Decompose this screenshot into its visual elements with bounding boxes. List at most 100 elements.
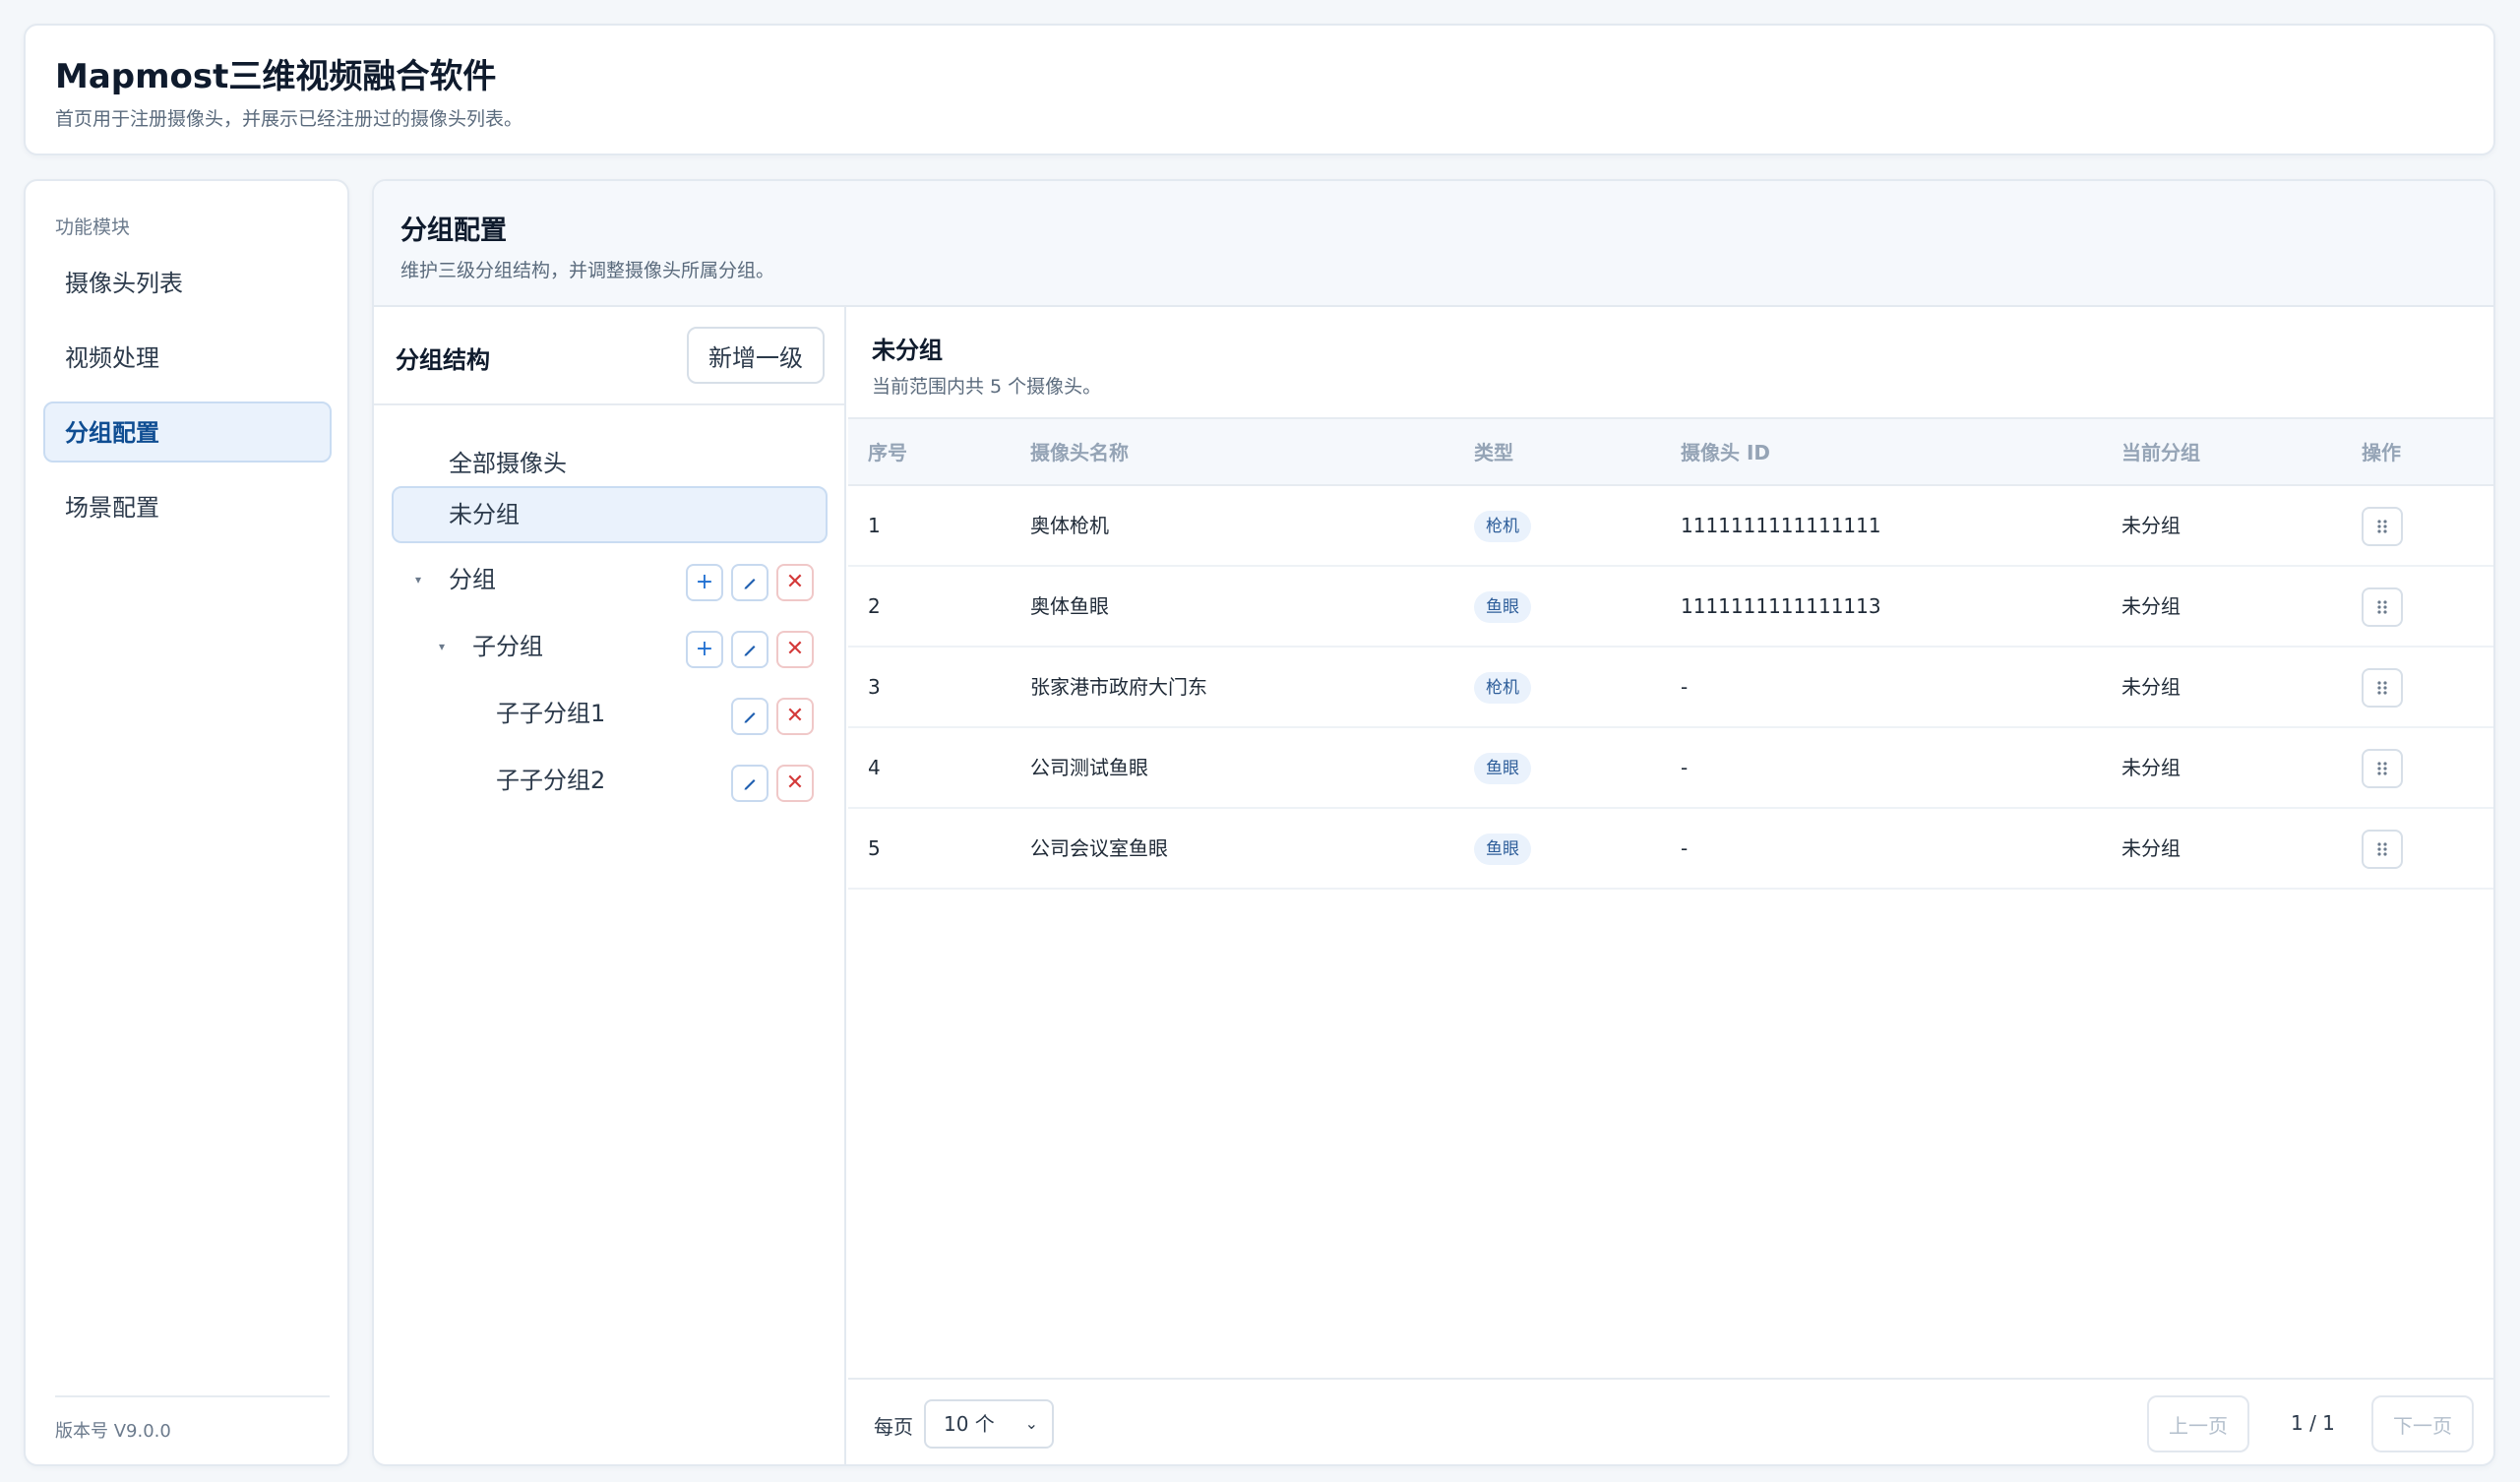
app-title: Mapmost三维视频融合软件 (55, 57, 497, 96)
per-page-select[interactable]: 10 个 ⌄ (924, 1399, 1054, 1449)
edit-group-button[interactable] (731, 698, 768, 735)
chevron-down-icon: ⌄ (1024, 1414, 1038, 1433)
cell-camera-id: 1111111111111113 (1681, 594, 1881, 618)
close-icon: ✕ (785, 637, 805, 661)
row-drag-handle-button[interactable] (2362, 668, 2403, 708)
cell-current-group: 未分组 (2121, 756, 2181, 779)
column-header-index: 序号 (868, 441, 907, 464)
pencil-icon (744, 579, 756, 589)
cell-camera-id: - (1681, 675, 1689, 699)
cell-name: 奥体枪机 (1030, 514, 1109, 537)
plus-icon: + (695, 637, 714, 661)
tree-node-label: 子子分组2 (496, 767, 606, 794)
cell-index: 4 (868, 756, 881, 779)
drag-handle-icon (2377, 600, 2387, 614)
type-badge: 鱼眼 (1474, 834, 1531, 865)
node-actions: ✕ (731, 698, 814, 735)
drag-handle-icon (2377, 762, 2387, 775)
add-root-group-button[interactable]: 新增一级 (687, 327, 825, 384)
cell-current-group: 未分组 (2121, 675, 2181, 699)
caret-down-icon[interactable]: ▾ (415, 553, 421, 606)
close-icon: ✕ (785, 771, 805, 795)
tree-node-sub-subgroup-1[interactable]: 子子分组1 ✕ (392, 685, 828, 742)
column-header-actions: 操作 (2362, 441, 2401, 464)
tree-node-sub-subgroup-2[interactable]: 子子分组2 ✕ (392, 752, 828, 809)
type-badge: 鱼眼 (1474, 591, 1531, 623)
cell-camera-id: 1111111111111111 (1681, 514, 1881, 537)
table-header: 序号 摄像头名称 类型 摄像头 ID 当前分组 操作 (848, 417, 2493, 486)
tree-node-subgroup[interactable]: ▾ 子分组 + ✕ (392, 618, 828, 675)
sidebar-item-camera-list[interactable]: 摄像头列表 (43, 252, 332, 313)
per-page-label: 每页 (874, 1415, 913, 1439)
delete-group-button[interactable]: ✕ (776, 698, 814, 735)
cell-name: 张家港市政府大门东 (1030, 675, 1207, 699)
tree-node-label: 子子分组1 (496, 700, 606, 727)
tree-node-ungrouped[interactable]: 未分组 (392, 486, 828, 543)
group-config-panel: 分组配置 维护三级分组结构，并调整摄像头所属分组。 分组结构 新增一级 全部摄像… (372, 179, 2495, 1466)
table-row: 5 公司会议室鱼眼 鱼眼 - 未分组 (848, 809, 2493, 890)
pagination-bar: 每页 10 个 ⌄ 上一页 1 / 1 下一页 (848, 1378, 2493, 1464)
add-subgroup-button[interactable]: + (686, 564, 723, 601)
drag-handle-icon (2377, 681, 2387, 695)
prev-page-button[interactable]: 上一页 (2147, 1395, 2249, 1452)
row-drag-handle-button[interactable] (2362, 749, 2403, 788)
drag-handle-icon (2377, 520, 2387, 533)
sidebar-item-label: 视频处理 (65, 344, 159, 372)
sidebar-item-scene-config[interactable]: 场景配置 (43, 476, 332, 537)
camera-table: 序号 摄像头名称 类型 摄像头 ID 当前分组 操作 1 奥体枪机 枪机 111… (848, 417, 2493, 890)
table-row: 1 奥体枪机 枪机 1111111111111111 未分组 (848, 486, 2493, 567)
edit-group-button[interactable] (731, 631, 768, 668)
edit-group-button[interactable] (731, 564, 768, 601)
node-actions: + ✕ (686, 564, 814, 601)
cell-index: 1 (868, 514, 881, 537)
sidebar-item-label: 分组配置 (65, 419, 159, 447)
pencil-icon (744, 712, 756, 723)
plus-icon: + (695, 570, 714, 594)
current-group-summary: 当前范围内共 5 个摄像头。 (872, 376, 1102, 398)
tree-header: 分组结构 新增一级 (374, 307, 844, 405)
current-group-title: 未分组 (872, 337, 943, 364)
cell-name: 公司测试鱼眼 (1030, 756, 1148, 779)
row-drag-handle-button[interactable] (2362, 587, 2403, 627)
type-badge: 鱼眼 (1474, 753, 1531, 784)
edit-group-button[interactable] (731, 765, 768, 802)
caret-down-icon[interactable]: ▾ (439, 620, 445, 673)
tree-node-label: 分组 (449, 566, 496, 593)
type-badge: 枪机 (1474, 672, 1531, 704)
drag-handle-icon (2377, 842, 2387, 856)
tree-node-label: 未分组 (449, 501, 520, 528)
cell-camera-id: - (1681, 836, 1689, 860)
next-page-button[interactable]: 下一页 (2371, 1395, 2474, 1452)
column-header-camera-id: 摄像头 ID (1681, 441, 1771, 464)
sidebar-item-group-config[interactable]: 分组配置 (43, 401, 332, 463)
column-header-type: 类型 (1474, 441, 1513, 464)
sidebar-item-label: 摄像头列表 (65, 270, 183, 297)
page-title: 分组配置 (400, 216, 507, 246)
node-actions: ✕ (731, 765, 814, 802)
delete-group-button[interactable]: ✕ (776, 631, 814, 668)
row-drag-handle-button[interactable] (2362, 830, 2403, 869)
camera-list-panel: 未分组 当前范围内共 5 个摄像头。 序号 摄像头名称 类型 摄像头 ID 当前… (848, 307, 2493, 1464)
sidebar-divider (55, 1395, 330, 1397)
row-drag-handle-button[interactable] (2362, 507, 2403, 546)
tree-node-label: 全部摄像头 (449, 450, 567, 477)
type-badge: 枪机 (1474, 511, 1531, 542)
sidebar-item-video-processing[interactable]: 视频处理 (43, 327, 332, 388)
node-actions: + ✕ (686, 631, 814, 668)
table-row: 3 张家港市政府大门东 枪机 - 未分组 (848, 648, 2493, 728)
cell-name: 奥体鱼眼 (1030, 594, 1109, 618)
sidebar-item-label: 场景配置 (65, 494, 159, 522)
delete-group-button[interactable]: ✕ (776, 564, 814, 601)
delete-group-button[interactable]: ✕ (776, 765, 814, 802)
version-label: 版本号 V9.0.0 (55, 1421, 171, 1442)
app-header: Mapmost三维视频融合软件 首页用于注册摄像头，并展示已经注册过的摄像头列表… (24, 24, 2495, 155)
tree-node-all-cameras[interactable]: 全部摄像头 (392, 435, 828, 492)
table-row: 2 奥体鱼眼 鱼眼 1111111111111113 未分组 (848, 567, 2493, 648)
add-subgroup-button[interactable]: + (686, 631, 723, 668)
pencil-icon (744, 779, 756, 790)
cell-current-group: 未分组 (2121, 836, 2181, 860)
tree-node-group[interactable]: ▾ 分组 + ✕ (392, 551, 828, 608)
page-indicator: 1 / 1 (2291, 1411, 2335, 1435)
tree-node-label: 子分组 (472, 633, 543, 660)
cell-name: 公司会议室鱼眼 (1030, 836, 1168, 860)
